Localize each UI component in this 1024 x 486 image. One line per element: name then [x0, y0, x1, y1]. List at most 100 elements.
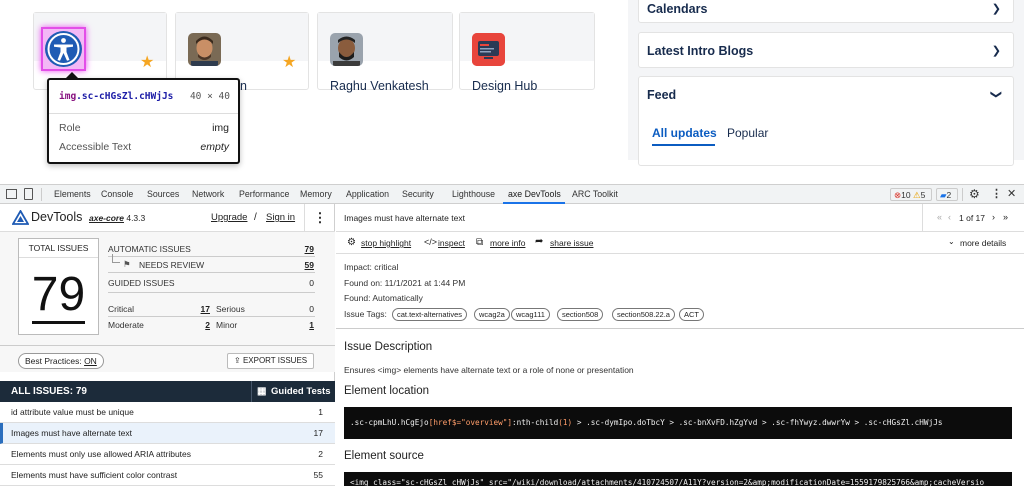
space-card-4[interactable]: Design Hub	[459, 12, 595, 93]
more-options-icon[interactable]: ⋮	[991, 187, 1002, 200]
location-code-part: .sc-cpmLhU.hCgEjo	[350, 418, 429, 427]
axe-core-label: axe-core	[89, 213, 124, 223]
tab-security[interactable]: Security	[402, 189, 434, 199]
needs-review-label: NEEDS REVIEW	[139, 260, 205, 270]
issue-name: Elements must only use allowed ARIA attr…	[11, 449, 192, 459]
divider	[49, 113, 238, 114]
stop-highlight-link[interactable]: stop highlight	[361, 238, 411, 248]
tab-all-updates[interactable]: All updates	[652, 126, 717, 140]
tab-axe-devtools[interactable]: axe DevTools	[508, 189, 561, 199]
issue-tag: section508.22.a	[612, 308, 675, 321]
impact-line: Impact: critical	[344, 262, 398, 272]
issue-tag: ACT	[679, 308, 704, 321]
star-icon[interactable]: ★	[282, 55, 296, 71]
first-page-icon[interactable]: «	[937, 212, 942, 222]
settings-gear-icon[interactable]: ⚙	[969, 187, 980, 201]
divider	[336, 328, 1024, 329]
automatic-issues-count[interactable]: 79	[290, 244, 314, 254]
issue-tags-label: Issue Tags:	[344, 309, 387, 319]
tab-application[interactable]: Application	[346, 189, 389, 199]
element-location-code[interactable]: .sc-cpmLhU.hCgEjo[href$="overview"]:nth-…	[344, 407, 1012, 439]
issue-name: Images must have alternate text	[11, 428, 132, 438]
tab-sources[interactable]: Sources	[147, 189, 179, 199]
space-card-3[interactable]: Raghu Venkatesh	[317, 12, 453, 93]
feed-title: Feed	[647, 88, 677, 102]
accessibility-icon[interactable]	[45, 31, 82, 67]
tab-network[interactable]: Network	[192, 189, 224, 199]
issue-tag: section508	[557, 308, 604, 321]
tab-performance[interactable]: Performance	[239, 189, 289, 199]
inspect-link[interactable]: inspect	[438, 238, 465, 248]
calendars-title: Calendars	[647, 2, 708, 16]
issue-count: 2	[318, 449, 323, 459]
location-code-attr: [href$="overview"]	[428, 418, 512, 427]
tab-lighthouse[interactable]: Lighthouse	[452, 189, 495, 199]
active-tab-indicator	[652, 144, 715, 146]
guided-tests-button[interactable]: ▦ Guided Tests	[251, 381, 335, 402]
issue-row[interactable]: id attribute value must be unique 1	[0, 402, 335, 423]
chevron-right-icon[interactable]: ❯	[992, 2, 1001, 15]
pager-text: 1 of 17	[959, 213, 985, 223]
description-heading: Issue Description	[344, 341, 433, 353]
messages-badge[interactable]: ▰2	[936, 188, 958, 201]
location-code-num: (1)	[558, 418, 573, 427]
issue-tag: wcag111	[511, 308, 550, 321]
issue-count: 1	[318, 407, 323, 417]
critical-count[interactable]: 17	[190, 304, 210, 314]
issue-row[interactable]: Elements must only use allowed ARIA attr…	[0, 444, 335, 465]
tooltip-selector-class: .sc-cHGsZl.cHWjJs	[76, 91, 174, 102]
description-text: Ensures <img> elements have alternate te…	[344, 365, 634, 375]
calendars-section[interactable]: Calendars ❯	[638, 0, 1014, 23]
tooltip-role-value: img	[212, 122, 229, 134]
prev-page-icon[interactable]: ‹	[948, 212, 951, 222]
device-toolbar-icon[interactable]	[24, 188, 33, 200]
issue-count: 55	[313, 470, 323, 480]
moderate-count[interactable]: 2	[190, 320, 210, 330]
issue-row-selected[interactable]: Images must have alternate text 17	[0, 423, 335, 444]
element-source-code[interactable]: <img class="sc-cHGsZl cHWjJs" src="/wiki…	[344, 472, 1012, 486]
next-page-icon[interactable]: ›	[992, 212, 995, 222]
intro-blogs-section[interactable]: Latest Intro Blogs ❯	[638, 32, 1014, 68]
card-name[interactable]: Raghu Venkatesh	[330, 79, 429, 93]
total-issues-number: 79	[31, 268, 86, 324]
minor-count[interactable]: 1	[294, 320, 314, 330]
devtools-tabbar: Elements Console Sources Network Perform…	[0, 185, 1024, 204]
tab-elements[interactable]: Elements	[54, 189, 91, 199]
best-practices-toggle[interactable]: Best Practices: ON	[18, 353, 104, 369]
needs-review-count[interactable]: 59	[290, 260, 314, 270]
total-issues-count: 79	[19, 268, 98, 324]
more-options-icon[interactable]: ⋮	[304, 204, 335, 232]
inspect-element-icon[interactable]	[6, 189, 17, 199]
tab-memory[interactable]: Memory	[300, 189, 332, 199]
flag-icon: ⚑	[123, 259, 131, 269]
axe-brand: DevTools	[31, 210, 83, 224]
divider	[962, 188, 963, 201]
star-icon[interactable]: ★	[140, 55, 154, 71]
found-label: Found:	[344, 293, 371, 303]
card-name[interactable]: Design Hub	[472, 79, 537, 93]
last-page-icon[interactable]: »	[1003, 212, 1008, 222]
issue-row[interactable]: Elements must have sufficient color cont…	[0, 465, 335, 486]
sign-in-link[interactable]: Sign in	[266, 212, 295, 223]
export-issues-button[interactable]: ⇪ EXPORT ISSUES	[227, 353, 315, 369]
axe-core-number: 4.3.3	[126, 213, 146, 223]
issue-detail-pane: Images must have alternate text « ‹ 1 of…	[336, 204, 1024, 486]
location-code-part: :nth-child	[512, 418, 559, 427]
tooltip-selector: img.sc-cHGsZl.cHWjJs	[59, 91, 173, 102]
all-issues-bar: ALL ISSUES: 79 ▦ Guided Tests	[0, 381, 335, 402]
intro-blogs-title: Latest Intro Blogs	[647, 44, 754, 58]
chevron-right-icon[interactable]: ❯	[992, 44, 1001, 57]
errors-warnings-badge[interactable]: ⊗10 ⚠5	[890, 188, 932, 201]
tab-popular[interactable]: Popular	[727, 126, 768, 140]
more-info-link[interactable]: more info	[490, 238, 525, 248]
chevron-down-icon[interactable]: ❯	[990, 90, 1003, 99]
devtools-panel: Elements Console Sources Network Perform…	[0, 184, 1024, 486]
tooltip-selector-tag: img	[59, 91, 77, 102]
more-details-link[interactable]: more details	[960, 238, 1006, 248]
tab-arc-toolkit[interactable]: ARC Toolkit	[572, 189, 618, 199]
close-icon[interactable]: ✕	[1007, 187, 1016, 200]
divider	[0, 345, 335, 346]
share-issue-link[interactable]: share issue	[550, 238, 593, 248]
upgrade-link[interactable]: Upgrade	[211, 212, 247, 223]
tab-console[interactable]: Console	[101, 189, 133, 199]
